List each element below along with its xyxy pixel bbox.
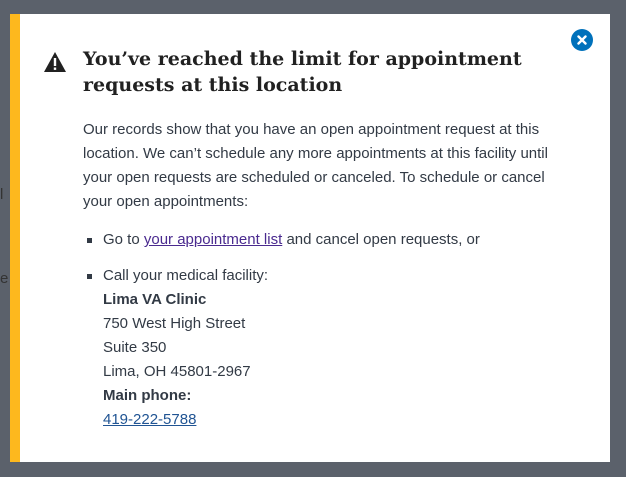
warning-accent-bar bbox=[10, 14, 20, 462]
bullet1-suffix: and cancel open requests, or bbox=[286, 231, 480, 248]
close-button[interactable] bbox=[571, 29, 593, 51]
call-facility-text: Call your medical facility: bbox=[103, 267, 269, 284]
background-text-fragment: l bbox=[0, 186, 10, 204]
facility-suite: Suite 350 bbox=[103, 339, 167, 356]
limit-modal: You’ve reached the limit for appointment… bbox=[10, 14, 610, 462]
intro-text: Our records show that you have an open a… bbox=[83, 121, 548, 210]
phone-label: Main phone: bbox=[103, 387, 192, 404]
facility-city: Lima, OH 45801-2967 bbox=[103, 363, 251, 380]
appointment-list-link[interactable]: your appointment list bbox=[144, 231, 282, 248]
close-icon bbox=[577, 35, 587, 45]
list-item: Call your medical facility: Lima VA Clin… bbox=[83, 264, 563, 432]
background-text-fragment: e bbox=[0, 270, 10, 288]
list-item: Go to your appointment list and cancel o… bbox=[83, 228, 563, 252]
modal-content: Our records show that you have an open a… bbox=[83, 118, 563, 444]
options-list: Go to your appointment list and cancel o… bbox=[83, 228, 563, 432]
phone-link[interactable]: 419-222-5788 bbox=[103, 411, 196, 428]
bullet1-prefix: Go to bbox=[103, 231, 140, 248]
warning-icon bbox=[44, 52, 66, 72]
facility-name: Lima VA Clinic bbox=[103, 291, 207, 308]
modal-title: You’ve reached the limit for appointment… bbox=[83, 48, 522, 96]
facility-street: 750 West High Street bbox=[103, 315, 246, 332]
